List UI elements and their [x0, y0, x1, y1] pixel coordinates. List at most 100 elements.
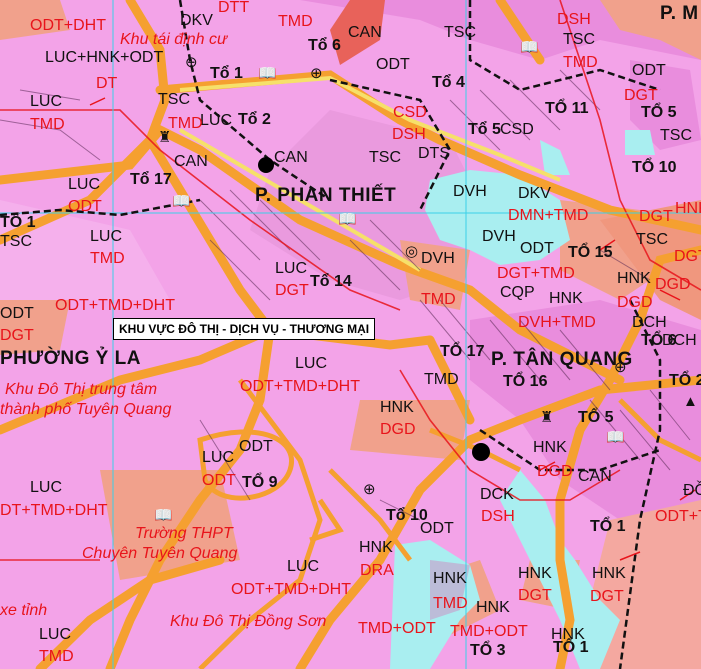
code-label: CQP: [500, 284, 535, 301]
pond: [625, 130, 655, 155]
code-label: DGT: [0, 327, 34, 344]
code-label: ODT: [376, 56, 410, 73]
code-label: DKV: [518, 185, 551, 202]
group-label: TỔ 11: [545, 100, 589, 117]
code-label: TMD: [39, 648, 74, 665]
code-label: TMD: [278, 13, 313, 30]
code-label: DCK: [480, 486, 514, 503]
code-label: DGT: [624, 87, 658, 104]
health-icon: ⊕: [614, 359, 627, 376]
group-label: TỔ 9: [242, 474, 278, 491]
group-label: TỔ 1: [590, 518, 626, 535]
code-label: HNK: [551, 626, 585, 643]
code-label: DGT: [590, 588, 624, 605]
code-label: CAN: [174, 153, 208, 170]
group-label: Tổ 6: [308, 37, 341, 54]
place-label-y-la: PHƯỜNG Ỷ LA: [0, 348, 141, 369]
monument-icon: ◎: [405, 243, 419, 260]
code-label: DGT: [518, 587, 552, 604]
feature-label: Chuyên Tuyên Quang: [82, 545, 238, 562]
code-label: TMD: [424, 371, 459, 388]
code-label: LUC: [30, 93, 63, 110]
group-label: TỔ 16: [503, 373, 548, 390]
group-label: TỔ 3: [470, 642, 506, 659]
code-label: DGD: [617, 294, 653, 311]
code-label: DGT+TMD: [497, 265, 575, 282]
code-label: HNK: [533, 439, 567, 456]
code-label: LUC: [287, 558, 320, 575]
religious-icon: ♜: [540, 409, 554, 426]
land-use-map[interactable]: P. PHAN THIẾT P. TÂN QUANG PHƯỜNG Ỷ LA P…: [0, 0, 701, 669]
feature-label: Trường THPT: [135, 525, 233, 542]
group-label: Tổ 17: [130, 171, 172, 188]
code-label: TMD: [421, 291, 456, 308]
code-label: LUC: [68, 176, 101, 193]
code-label: LUC: [202, 449, 235, 466]
code-label: LUC: [39, 626, 72, 643]
code-label: TMD: [433, 595, 468, 612]
code-label: TSC: [444, 24, 476, 41]
feature-label: Khu Đô Thị trung tâm: [5, 381, 158, 398]
group-label: TỔ 5: [578, 409, 614, 426]
code-label: LUC: [275, 260, 308, 277]
school-icon: 📖: [154, 507, 173, 524]
code-label: DSH: [557, 11, 591, 28]
code-label: LUC: [90, 228, 123, 245]
code-label: CAN: [348, 24, 382, 41]
group-label: Tổ 1: [210, 65, 243, 82]
group-label: TỔ 2: [669, 372, 701, 389]
group-label: Tổ 5: [468, 121, 501, 138]
code-label: TSC: [158, 91, 190, 108]
code-label: ODT+TMD+DHT: [240, 378, 360, 395]
code-label: DVH+TMD: [518, 314, 596, 331]
code-label: DGD: [537, 463, 573, 480]
code-label: DCH: [632, 314, 667, 331]
code-label: ODT: [68, 198, 102, 215]
code-label: DGT: [639, 208, 673, 225]
code-label: ODT+TMD+DHT: [55, 297, 175, 314]
code-label: TSC: [369, 149, 401, 166]
place-label-tan-quang: P. TÂN QUANG: [491, 349, 633, 370]
code-label: TMD+ODT: [450, 623, 528, 640]
health-icon: ⊕: [363, 481, 376, 498]
code-label: ODT: [202, 472, 236, 489]
code-label: ODT: [239, 438, 273, 455]
code-label: DVH: [421, 250, 455, 267]
code-label: HNK: [675, 200, 701, 217]
code-label: HNK: [518, 565, 552, 582]
code-label: DTT: [218, 0, 250, 16]
religious-icon: ♜: [158, 129, 172, 146]
group-label: Tổ 2: [238, 111, 271, 128]
zone-callout: KHU VỰC ĐÔ THỊ - DỊCH VỤ - THƯƠNG MẠI: [113, 318, 376, 340]
code-label: HNK: [433, 570, 467, 587]
place-label-phan-thiet: P. PHAN THIẾT: [255, 185, 397, 206]
code-label: TMD: [168, 115, 203, 132]
code-label: TMD: [563, 54, 598, 71]
code-label: DT+TMD+DHT: [0, 502, 108, 519]
code-label: ODT: [0, 305, 34, 322]
code-label: DTS: [418, 145, 450, 162]
code-label: DCH: [662, 332, 697, 349]
code-label: HNK: [617, 270, 651, 287]
code-label: CAN: [274, 149, 308, 166]
code-label: LUC+HNK+ODT: [45, 49, 164, 66]
code-label: ODT+DHT: [30, 17, 106, 34]
code-label: HNK: [359, 539, 393, 556]
code-label: DVH: [453, 183, 487, 200]
feature-label: xe tỉnh: [0, 602, 48, 619]
code-label: ODT: [632, 62, 666, 79]
code-label: DVH: [482, 228, 516, 245]
code-label: DGT: [275, 282, 309, 299]
code-label: ĐỒ: [683, 482, 701, 499]
code-label: ODT+T: [655, 508, 701, 525]
code-label: HNK: [592, 565, 626, 582]
school-icon: 📖: [338, 211, 357, 228]
code-label: HNK: [476, 599, 510, 616]
code-label: DGT: [674, 248, 701, 265]
group-label: TỔ 10: [632, 159, 677, 176]
code-label: ODT: [420, 520, 454, 537]
code-label: TMD+ODT: [358, 620, 436, 637]
code-label: DSH: [392, 126, 426, 143]
religious-icon: ▲: [683, 393, 698, 410]
school-icon: 📖: [606, 429, 625, 446]
